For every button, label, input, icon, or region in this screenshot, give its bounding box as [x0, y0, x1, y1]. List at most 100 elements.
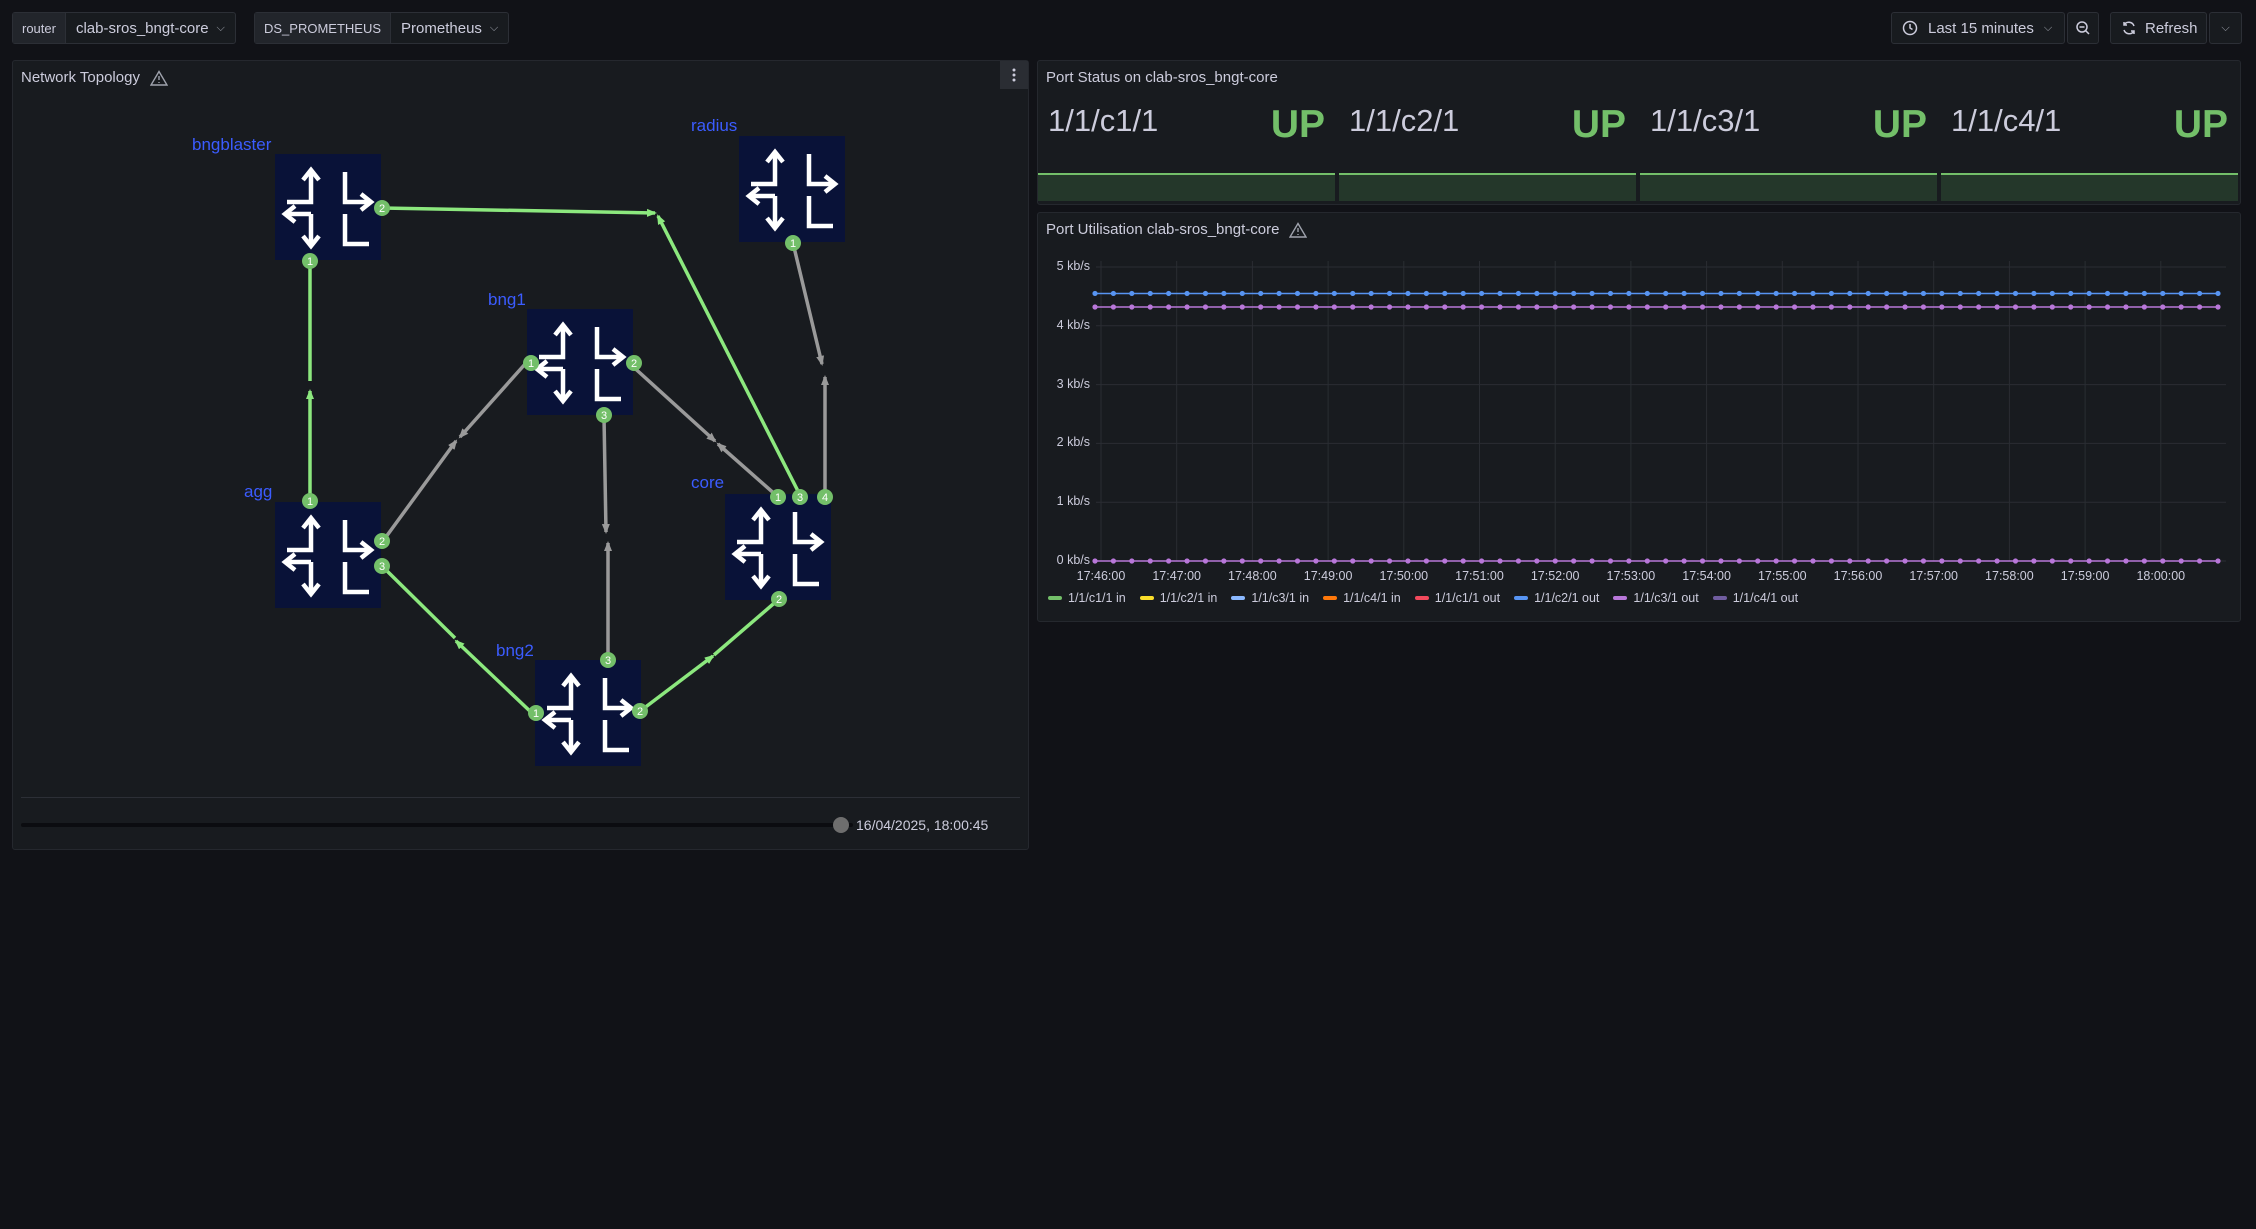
- node-radius[interactable]: [739, 136, 845, 242]
- data-point: [1920, 304, 1927, 310]
- svg-text:1: 1: [790, 238, 796, 250]
- time-slider-handle[interactable]: [833, 817, 849, 833]
- node-core[interactable]: [725, 494, 831, 600]
- port-marker: 1: [528, 705, 544, 721]
- data-point: [1386, 304, 1393, 310]
- data-point: [1479, 290, 1485, 297]
- data-point: [2215, 290, 2221, 297]
- data-point: [1847, 304, 1853, 310]
- chevron-down-icon: ⌵: [216, 21, 225, 34]
- data-point: [1258, 304, 1264, 310]
- zoom-out-icon: [2076, 21, 2090, 35]
- port-marker: 1: [523, 355, 539, 371]
- link-core-bng2[interactable]: [637, 597, 781, 714]
- data-point: [2160, 558, 2166, 564]
- legend-item[interactable]: 1/1/c4/1 in: [1323, 591, 1401, 605]
- datasource-label: DS_PROMETHEUS: [255, 13, 392, 43]
- data-point: [2086, 304, 2092, 310]
- data-point: [1718, 304, 1724, 310]
- data-point: [1884, 290, 1890, 297]
- data-point: [1423, 290, 1429, 297]
- data-point: [1350, 558, 1356, 564]
- data-point: [1239, 290, 1245, 297]
- datasource-variable[interactable]: DS_PROMETHEUS Prometheus ⌵: [254, 12, 510, 44]
- port-marker: 1: [770, 489, 786, 505]
- datasource-select[interactable]: Prometheus ⌵: [391, 13, 508, 43]
- link-bng1-agg[interactable]: [381, 361, 528, 543]
- node-bngblaster[interactable]: [275, 154, 381, 260]
- data-point: [1405, 304, 1411, 310]
- router-select[interactable]: clab-sros_bngt-core ⌵: [66, 13, 235, 43]
- topology-diagram: 2 1 1 1 2 3 1 2 3 1 3 4 2 3 1 2: [13, 61, 1028, 781]
- time-slider[interactable]: [21, 823, 853, 827]
- data-point: [1405, 290, 1411, 297]
- data-point: [1497, 304, 1503, 310]
- data-point: [1644, 304, 1650, 310]
- node-bng2[interactable]: [535, 660, 641, 766]
- port-marker: 3: [792, 489, 808, 505]
- data-point: [1534, 304, 1540, 310]
- port-sparkline: [1339, 173, 1636, 201]
- legend-item[interactable]: 1/1/c4/1 out: [1712, 591, 1798, 605]
- data-point: [1994, 290, 2000, 297]
- data-point: [2141, 558, 2147, 564]
- time-range-picker[interactable]: Last 15 minutes ⌵: [1891, 12, 2065, 44]
- data-point: [2086, 558, 2092, 564]
- series-line[interactable]: [1092, 290, 2221, 297]
- data-point: [1663, 290, 1669, 297]
- node-bng1[interactable]: [527, 309, 633, 415]
- data-point: [1479, 304, 1485, 310]
- data-point: [1828, 304, 1834, 310]
- data-point: [2031, 290, 2037, 297]
- legend-item[interactable]: 1/1/c1/1 in: [1048, 591, 1126, 605]
- data-point: [1607, 558, 1614, 564]
- legend-swatch: [1712, 596, 1727, 600]
- data-point: [1626, 290, 1632, 297]
- svg-text:3: 3: [605, 655, 611, 667]
- data-point: [2196, 304, 2203, 310]
- data-point: [2123, 304, 2129, 310]
- legend-label: 1/1/c3/1 out: [1633, 591, 1699, 605]
- time-range-label: Last 15 minutes: [1928, 19, 2034, 37]
- link-bng1-bng2[interactable]: [601, 416, 612, 662]
- data-point: [1534, 558, 1540, 564]
- refresh-button[interactable]: Refresh: [2110, 12, 2207, 44]
- series-line[interactable]: [1092, 558, 2221, 564]
- port-marker: 1: [302, 493, 318, 509]
- data-point: [1386, 290, 1393, 297]
- data-point: [1368, 558, 1374, 564]
- legend-item[interactable]: 1/1/c3/1 in: [1231, 591, 1309, 605]
- data-point: [1773, 290, 1779, 297]
- port-marker: 3: [600, 652, 616, 668]
- data-point: [2049, 304, 2055, 310]
- data-point: [2068, 304, 2074, 310]
- legend-item[interactable]: 1/1/c2/1 out: [1514, 591, 1599, 605]
- zoom-out-button[interactable]: [2067, 12, 2099, 44]
- svg-text:3: 3: [601, 410, 607, 422]
- legend-item[interactable]: 1/1/c1/1 out: [1414, 591, 1500, 605]
- series-line[interactable]: [1092, 304, 2221, 310]
- data-point: [1534, 290, 1540, 297]
- data-point: [1147, 558, 1153, 564]
- refresh-interval-button[interactable]: ⌵: [2209, 12, 2242, 44]
- link-radius-core[interactable]: [791, 242, 829, 495]
- data-point: [1571, 558, 1577, 564]
- utilisation-chart[interactable]: [1038, 213, 2242, 633]
- node-agg[interactable]: [275, 502, 381, 608]
- port-tile-c4: 1/1/c4/1 UP: [1941, 61, 2238, 201]
- port-marker: 1: [785, 235, 801, 251]
- data-point: [1515, 304, 1522, 310]
- link-bngblaster-radius[interactable]: [381, 206, 657, 217]
- router-variable[interactable]: router clab-sros_bngt-core ⌵: [12, 12, 236, 44]
- data-point: [1497, 558, 1503, 564]
- legend-item[interactable]: 1/1/c2/1 in: [1139, 591, 1217, 605]
- data-point: [2031, 558, 2037, 564]
- port-name: 1/1/c3/1: [1650, 103, 1761, 138]
- data-point: [1644, 558, 1650, 564]
- data-point: [1460, 304, 1466, 310]
- data-point: [1442, 290, 1448, 297]
- data-point: [1976, 304, 1982, 310]
- legend-item[interactable]: 1/1/c3/1 out: [1613, 591, 1699, 605]
- data-point: [1736, 304, 1742, 310]
- chevron-down-icon: ⌵: [2043, 21, 2053, 34]
